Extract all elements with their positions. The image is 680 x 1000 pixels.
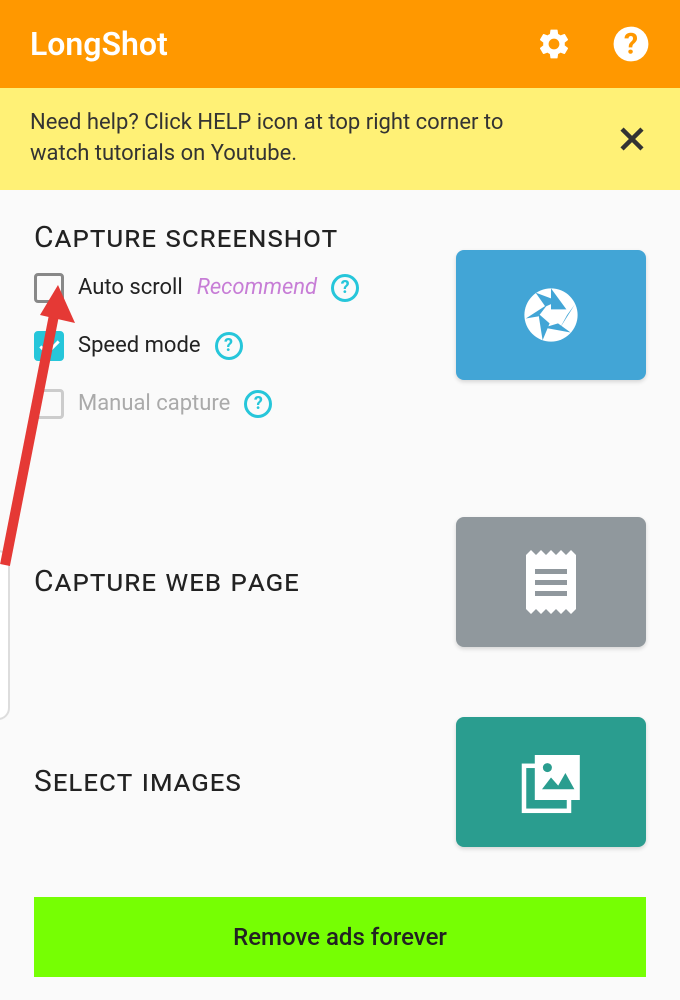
help-circle-icon[interactable]: ? (244, 390, 272, 418)
header-icons: ? (536, 25, 650, 63)
banner-text: Need help? Click HELP icon at top right … (30, 108, 550, 170)
select-images-button[interactable] (456, 717, 646, 847)
checkbox-checked-icon[interactable] (34, 331, 64, 361)
camera-shutter-icon (516, 280, 586, 350)
side-tab-handle[interactable] (0, 550, 10, 720)
capture-screenshot-title: Capture screenshot (34, 220, 359, 255)
manual-capture-label: Manual capture (78, 391, 230, 416)
checkbox-unchecked-icon[interactable] (34, 273, 64, 303)
auto-scroll-label: Auto scroll (78, 275, 183, 300)
settings-icon[interactable] (536, 26, 572, 62)
remove-ads-label: Remove ads forever (233, 923, 447, 951)
select-images-title: Select images (34, 764, 242, 799)
help-icon[interactable]: ? (612, 25, 650, 63)
option-manual-capture[interactable]: Manual capture ? (34, 389, 359, 419)
image-stack-icon (515, 746, 587, 818)
option-auto-scroll[interactable]: Auto scroll Recommend ? (34, 273, 359, 303)
help-circle-icon[interactable]: ? (331, 274, 359, 302)
remove-ads-button[interactable]: Remove ads forever (34, 897, 646, 977)
capture-web-page-section: Capture web page (34, 517, 646, 647)
receipt-icon (520, 547, 582, 617)
capture-web-page-title: Capture web page (34, 564, 300, 599)
capture-options: Auto scroll Recommend ? Speed mode ? Man… (34, 273, 359, 419)
help-banner: Need help? Click HELP icon at top right … (0, 88, 680, 190)
recommend-label: Recommend (197, 275, 317, 300)
capture-web-page-button[interactable] (456, 517, 646, 647)
main-content: Capture screenshot Auto scroll Recommend… (0, 190, 680, 997)
help-circle-icon[interactable]: ? (215, 332, 243, 360)
speed-mode-label: Speed mode (78, 333, 201, 358)
capture-screenshot-section: Capture screenshot Auto scroll Recommend… (34, 220, 646, 447)
checkbox-disabled-icon[interactable] (34, 389, 64, 419)
select-images-section: Select images (34, 717, 646, 847)
app-title: LongShot (30, 25, 168, 63)
close-icon[interactable] (614, 121, 650, 157)
option-speed-mode[interactable]: Speed mode ? (34, 331, 359, 361)
svg-text:?: ? (624, 28, 638, 61)
capture-screenshot-button[interactable] (456, 250, 646, 380)
app-header: LongShot ? (0, 0, 680, 88)
